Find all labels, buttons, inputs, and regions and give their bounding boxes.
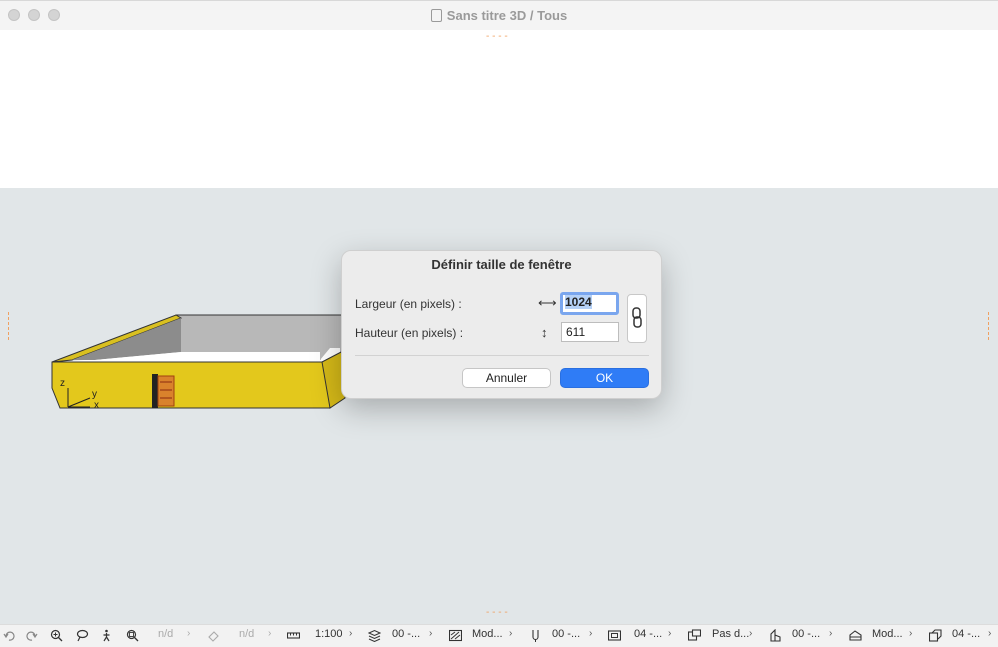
width-input-value: 1024 bbox=[565, 295, 592, 309]
pen-set-icon[interactable] bbox=[529, 629, 542, 642]
document-icon bbox=[430, 9, 442, 22]
model-view-icon[interactable] bbox=[608, 629, 621, 642]
title-bar: Sans titre 3D / Tous bbox=[0, 0, 998, 31]
window-top-area: - - - - bbox=[0, 30, 998, 188]
axis-x-label: x bbox=[94, 400, 99, 411]
bottom-toolbar: n/d › n/d › 1:100 › 00 -... › Mod... › 0… bbox=[0, 624, 998, 647]
vertical-arrow-icon: ↕ bbox=[541, 325, 548, 340]
renovation-filter-selector[interactable]: 00 -... bbox=[792, 628, 820, 640]
3d-model[interactable]: z y x bbox=[0, 188, 360, 428]
pen-set-selector[interactable]: 00 -... bbox=[552, 628, 580, 640]
dimension-icon[interactable] bbox=[929, 629, 942, 642]
structure-display-icon[interactable] bbox=[688, 629, 701, 642]
chevron-right-icon[interactable]: › bbox=[268, 628, 271, 639]
chevron-right-icon[interactable]: › bbox=[509, 628, 512, 639]
width-label: Largeur (en pixels) : bbox=[355, 297, 462, 311]
horizontal-arrow-icon: ⟷ bbox=[538, 295, 557, 310]
partial-structure-selector[interactable]: Mod... bbox=[872, 628, 903, 640]
bottom-resize-marker[interactable]: - - - - bbox=[486, 607, 508, 618]
renovation-filter-icon[interactable] bbox=[769, 629, 782, 642]
graphic-override-selector[interactable]: Mod... bbox=[472, 628, 503, 640]
chevron-right-icon[interactable]: › bbox=[589, 628, 592, 639]
scale-ruler-icon[interactable] bbox=[287, 629, 300, 642]
chevron-right-icon[interactable]: › bbox=[749, 628, 752, 639]
undo-view-icon[interactable] bbox=[3, 629, 16, 642]
ok-button[interactable]: OK bbox=[560, 368, 649, 388]
chevron-right-icon[interactable]: › bbox=[187, 628, 190, 639]
window-title: Sans titre 3D / Tous bbox=[0, 8, 998, 23]
height-label: Hauteur (en pixels) : bbox=[355, 326, 464, 340]
zoom-in-icon[interactable] bbox=[50, 629, 63, 642]
partial-structure-icon[interactable] bbox=[849, 629, 862, 642]
width-input[interactable]: 1024 bbox=[560, 292, 619, 315]
window-title-text: Sans titre 3D / Tous bbox=[446, 8, 568, 23]
layers-icon[interactable] bbox=[368, 629, 381, 642]
walk-icon[interactable] bbox=[100, 629, 113, 642]
toolbar-nd-1[interactable]: n/d bbox=[158, 628, 173, 640]
graphic-override-icon[interactable] bbox=[449, 629, 462, 642]
chevron-right-icon[interactable]: › bbox=[429, 628, 432, 639]
cancel-button[interactable]: Annuler bbox=[462, 368, 551, 388]
structure-display-selector[interactable]: Pas d... bbox=[712, 628, 749, 640]
dialog-title: Définir taille de fenêtre bbox=[431, 257, 572, 272]
axis-z-label: z bbox=[60, 378, 65, 389]
height-input[interactable]: 611 bbox=[561, 322, 619, 342]
dimension-selector[interactable]: 04 -... bbox=[952, 628, 980, 640]
fit-zoom-icon[interactable] bbox=[126, 629, 139, 642]
chevron-right-icon[interactable]: › bbox=[829, 628, 832, 639]
toolbar-nd-2[interactable]: n/d bbox=[239, 628, 254, 640]
axis-y-label: y bbox=[92, 389, 97, 400]
chevron-right-icon[interactable]: › bbox=[668, 628, 671, 639]
dialog-divider bbox=[355, 355, 649, 356]
rotate-plane-icon[interactable] bbox=[207, 629, 220, 642]
right-resize-marker[interactable] bbox=[988, 312, 995, 340]
door-dark bbox=[152, 374, 158, 408]
scale-selector[interactable]: 1:100 bbox=[315, 628, 343, 640]
door-leaf bbox=[157, 375, 175, 407]
orbit-icon[interactable] bbox=[76, 629, 89, 642]
proportion-lock-button[interactable] bbox=[627, 294, 647, 343]
model-view-options-selector[interactable]: 04 -... bbox=[634, 628, 662, 640]
chevron-right-icon[interactable]: › bbox=[349, 628, 352, 639]
window-size-dialog: Définir taille de fenêtre Largeur (en pi… bbox=[341, 250, 662, 399]
layer-combination-selector[interactable]: 00 -... bbox=[392, 628, 420, 640]
chevron-right-icon[interactable]: › bbox=[909, 628, 912, 639]
redo-view-icon[interactable] bbox=[25, 629, 38, 642]
chevron-right-icon[interactable]: › bbox=[988, 628, 991, 639]
height-input-value: 611 bbox=[566, 325, 586, 339]
top-resize-marker[interactable]: - - - - bbox=[486, 31, 508, 42]
chain-link-icon bbox=[632, 307, 642, 328]
